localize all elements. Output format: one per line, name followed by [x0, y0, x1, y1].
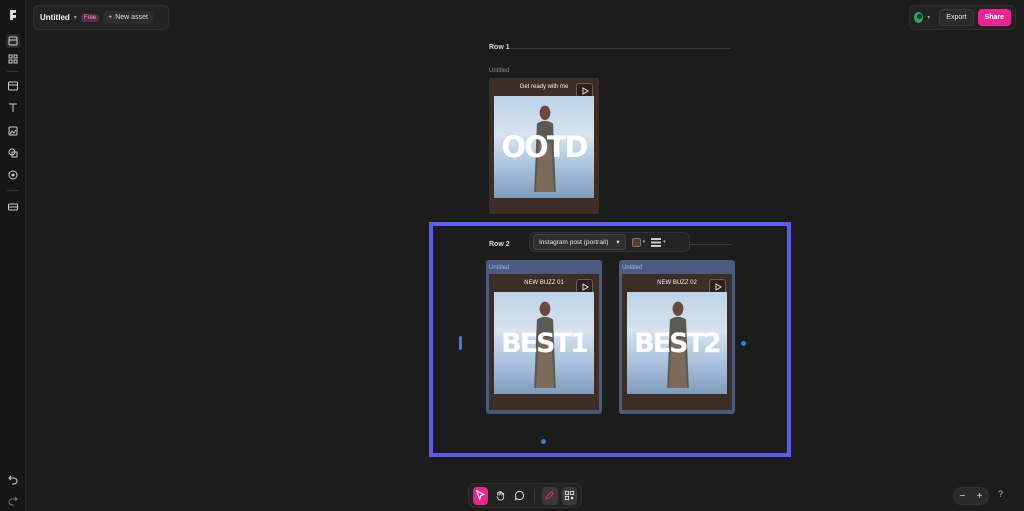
plus-icon: + — [108, 14, 113, 21]
resize-handle-bottom[interactable] — [541, 439, 546, 444]
chevron-down-icon: ▾ — [616, 239, 620, 246]
avatar[interactable] — [914, 12, 924, 23]
resize-handle-right[interactable] — [741, 341, 746, 346]
layout-icon[interactable] — [6, 79, 20, 93]
hand-tool[interactable] — [492, 487, 507, 505]
chevron-down-icon[interactable]: ▾ — [74, 14, 77, 21]
rows-icon — [651, 237, 662, 247]
chevron-down-icon[interactable]: ▾ — [927, 14, 930, 21]
redo-icon[interactable] — [6, 493, 20, 507]
new-asset-button[interactable]: + New asset — [103, 11, 153, 24]
format-value: Instagram post (portrait) — [539, 238, 609, 246]
qr-tool[interactable] — [561, 486, 577, 505]
layout-options[interactable]: ▾ — [651, 237, 666, 247]
comment-tool[interactable] — [512, 487, 527, 505]
fill-color-picker[interactable]: ▾ — [631, 237, 646, 247]
pen-tool[interactable] — [542, 486, 558, 505]
row-1-label: Row 1 — [489, 44, 510, 51]
text-icon[interactable] — [6, 101, 20, 115]
zoom-out-button[interactable]: − — [960, 491, 966, 502]
help-button[interactable]: ? — [998, 489, 1003, 499]
frame-label[interactable]: Untitled — [489, 68, 509, 74]
shapes-icon[interactable] — [6, 146, 20, 160]
row-selection-outline[interactable] — [429, 222, 791, 457]
design-app: Untitled ▾ Free + New asset ▾ Export Sha… — [0, 0, 1024, 511]
rail-divider — [7, 71, 19, 72]
qr-icon — [564, 490, 574, 501]
toolbar-divider — [534, 488, 536, 503]
new-asset-label: New asset — [115, 14, 148, 21]
floating-toolbar: Instagram post (portrait) ▾ ▾ ▾ — [529, 232, 690, 252]
image-icon[interactable] — [6, 124, 20, 138]
media-icon[interactable] — [6, 200, 20, 214]
format-select[interactable]: Instagram post (portrait) ▾ — [533, 234, 626, 250]
pen-icon — [545, 491, 555, 500]
document-header: Untitled ▾ Free + New asset — [33, 5, 169, 30]
plan-badge: Free — [80, 13, 100, 22]
document-title[interactable]: Untitled — [40, 13, 70, 22]
bottom-toolbar — [468, 483, 582, 508]
record-icon[interactable] — [6, 168, 20, 182]
pointer-tool[interactable] — [473, 486, 489, 505]
pointer-icon — [476, 490, 486, 501]
logo-icon[interactable] — [6, 8, 20, 22]
row-1-divider — [511, 48, 731, 49]
zoom-control: − + — [953, 487, 989, 505]
comment-icon — [514, 490, 525, 501]
undo-icon[interactable] — [6, 472, 20, 486]
resize-handle-left[interactable] — [459, 336, 462, 350]
hand-icon — [496, 491, 504, 501]
share-button[interactable]: Share — [977, 9, 1011, 26]
chevron-down-icon: ▾ — [642, 239, 646, 245]
post-big-text: OOTD — [501, 130, 588, 164]
rail-divider-2 — [7, 190, 19, 191]
export-button[interactable]: Export — [939, 9, 974, 26]
color-swatch — [631, 237, 641, 247]
top-right-actions: ▾ Export Share — [909, 5, 1016, 30]
zoom-in-button[interactable]: + — [977, 491, 983, 502]
grid-icon[interactable] — [6, 52, 20, 66]
post-frame-ootd[interactable]: Get ready with me OOTD — [489, 78, 599, 214]
left-rail — [0, 0, 26, 511]
layers-icon[interactable] — [6, 34, 20, 48]
chevron-down-icon: ▾ — [663, 239, 666, 245]
